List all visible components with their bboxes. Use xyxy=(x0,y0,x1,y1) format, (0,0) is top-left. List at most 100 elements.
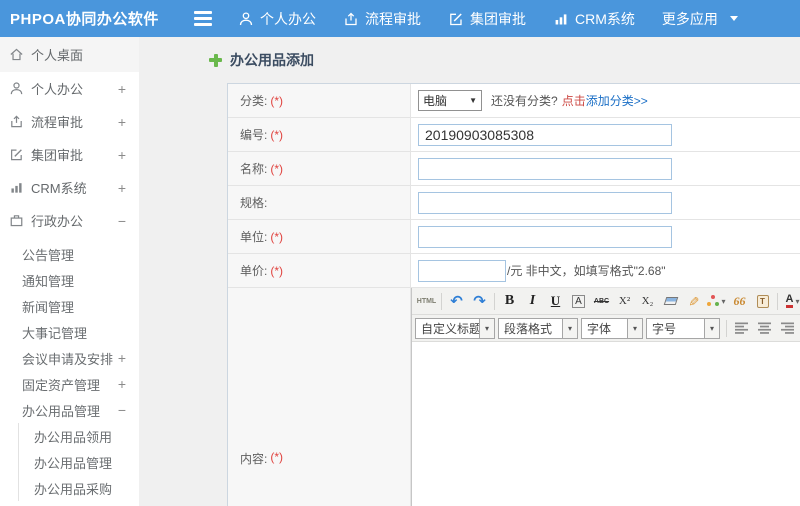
form-row-spec: 规格: xyxy=(228,186,800,220)
select-caret-icon: ▾ xyxy=(562,318,577,338)
emoticons-button[interactable]: ▾ xyxy=(705,291,728,312)
person-icon xyxy=(9,81,24,96)
briefcase-icon xyxy=(9,213,24,228)
app-logo: PHPOA协同办公软件 xyxy=(10,11,159,28)
editor-toolbar-row1: HTML ↶ ↷ B I U A ABC X² X₂ ✎ ▾ 66 T A ▾ xyxy=(412,288,800,315)
no-category-text: 还没有分类? xyxy=(491,94,558,108)
sidebar-item-admin-office[interactable]: 行政办公 − xyxy=(0,204,139,237)
expand-minus-icon: − xyxy=(117,402,126,418)
italic-button[interactable]: I xyxy=(521,291,544,312)
person-icon xyxy=(238,11,254,27)
form-row-category: 分类: (*) 电脑 ▼ 还没有分类? 点击 添加分类>> xyxy=(228,84,800,118)
required-marker: (*) xyxy=(270,263,284,278)
form-row-content: 内容: (*) HTML ↶ ↷ B I U A ABC X² X₂ ✎ ▾ 6… xyxy=(228,288,800,506)
sidebar-subsubitem-supplies-manage[interactable]: 办公用品管理 xyxy=(19,449,139,475)
sidebar-subitem-meeting[interactable]: 会议申请及安排 + xyxy=(0,345,139,371)
font-color-button[interactable]: A ▾ xyxy=(781,291,800,312)
caret-down-icon xyxy=(729,16,738,21)
category-select[interactable]: 电脑 ▼ xyxy=(418,90,482,111)
sidebar-item-crm[interactable]: CRM系统 + xyxy=(0,171,139,204)
align-center-button[interactable] xyxy=(753,318,776,339)
format-painter-button[interactable]: ✎ xyxy=(683,290,704,313)
subscript-button[interactable]: X₂ xyxy=(636,291,659,312)
sidebar-item-desktop[interactable]: 个人桌面 xyxy=(0,37,139,72)
sidebar-subsubitem-supplies-purchase[interactable]: 办公用品采购 xyxy=(19,475,139,501)
nav-crm-system[interactable]: CRM系统 xyxy=(553,9,635,29)
sidebar-subitem-announcement[interactable]: 公告管理 xyxy=(0,241,139,267)
sidebar-item-personal-office[interactable]: 个人办公 + xyxy=(0,72,139,105)
caret-down-icon: ▾ xyxy=(795,296,800,306)
bar-chart-icon xyxy=(9,180,24,195)
align-right-icon xyxy=(781,322,795,334)
undo-button[interactable]: ↶ xyxy=(445,291,468,312)
remove-format-button[interactable] xyxy=(659,291,682,312)
superscript-button[interactable]: X² xyxy=(613,291,636,312)
nav-group-approval[interactable]: 集团审批 xyxy=(448,9,526,29)
name-label: 名称: xyxy=(240,162,268,176)
align-right-button[interactable] xyxy=(776,318,799,339)
flow-icon xyxy=(9,114,24,129)
name-input[interactable] xyxy=(418,157,672,180)
font-size-select[interactable]: 字号 ▾ xyxy=(646,317,720,339)
select-caret-icon: ▾ xyxy=(704,318,719,338)
spec-input[interactable] xyxy=(418,191,672,214)
edit-icon xyxy=(9,147,24,162)
sidebar-subsubitem-supplies-claim[interactable]: 办公用品领用 xyxy=(19,423,139,449)
unit-input[interactable] xyxy=(418,225,672,248)
add-icon xyxy=(209,53,222,67)
nav-more-apps[interactable]: 更多应用 xyxy=(662,9,738,29)
html-source-button[interactable]: HTML xyxy=(415,291,438,312)
add-supplies-form: 分类: (*) 电脑 ▼ 还没有分类? 点击 添加分类>> 编号: (*) 名称… xyxy=(227,83,800,506)
caret-down-icon: ▾ xyxy=(721,296,726,306)
form-row-unit: 单位: (*) xyxy=(228,220,800,254)
strikethrough-button[interactable]: ABC xyxy=(590,291,613,312)
paragraph-format-select[interactable]: 段落格式 ▾ xyxy=(498,317,578,339)
font-style-button[interactable]: A xyxy=(567,291,590,312)
page-title: 办公用品添加 xyxy=(209,50,314,70)
required-marker: (*) xyxy=(270,161,284,176)
nav-workflow-approval[interactable]: 流程审批 xyxy=(343,9,421,29)
sidebar-item-group-approval[interactable]: 集团审批 + xyxy=(0,138,139,171)
redo-button[interactable]: ↷ xyxy=(468,291,491,312)
add-category-link[interactable]: 添加分类>> xyxy=(586,92,648,109)
sidebar-subitem-fixed-assets[interactable]: 固定资产管理 + xyxy=(0,371,139,397)
expand-plus-icon: + xyxy=(117,113,126,130)
font-family-select[interactable]: 字体 ▾ xyxy=(581,317,643,339)
expand-plus-icon: + xyxy=(117,350,126,366)
align-center-icon xyxy=(758,322,772,334)
expand-minus-icon: − xyxy=(117,212,126,229)
admin-office-submenu: 公告管理 通知管理 新闻管理 大事记管理 会议申请及安排 + 固定资产管理 + … xyxy=(0,241,139,501)
editor-content-area[interactable] xyxy=(412,342,800,506)
category-label: 分类: xyxy=(240,94,268,108)
price-hint: /元 非中文，如填写格式"2.68" xyxy=(507,264,666,278)
sidebar-subitem-news[interactable]: 新闻管理 xyxy=(0,293,139,319)
menu-toggle-icon[interactable] xyxy=(194,11,212,26)
office-supplies-submenu: 办公用品领用 办公用品管理 办公用品采购 xyxy=(18,423,139,501)
paste-plain-button[interactable]: T xyxy=(751,291,774,312)
underline-button[interactable]: U xyxy=(544,291,567,312)
blockquote-button[interactable]: 66 xyxy=(728,291,751,312)
form-row-price: 单价: (*) /元 非中文，如填写格式"2.68" xyxy=(228,254,800,288)
sidebar-subitem-memorabilia[interactable]: 大事记管理 xyxy=(0,319,139,345)
price-input[interactable] xyxy=(418,259,506,282)
add-category-link-prefix[interactable]: 点击 xyxy=(562,92,586,109)
expand-plus-icon: + xyxy=(117,179,126,196)
code-input[interactable] xyxy=(418,123,672,146)
form-row-code: 编号: (*) xyxy=(228,118,800,152)
required-marker: (*) xyxy=(270,93,284,108)
sidebar-item-workflow-approval[interactable]: 流程审批 + xyxy=(0,105,139,138)
align-left-icon xyxy=(735,322,749,334)
sidebar: 个人桌面 个人办公 + 流程审批 + 集团审批 + CRM系统 + 行政办公 −… xyxy=(0,37,139,506)
sidebar-subitem-notice[interactable]: 通知管理 xyxy=(0,267,139,293)
nav-personal-office[interactable]: 个人办公 xyxy=(238,9,316,29)
bold-button[interactable]: B xyxy=(498,291,521,312)
custom-heading-select[interactable]: 自定义标题 ▾ xyxy=(415,317,495,339)
select-caret-icon: ▼ xyxy=(469,96,477,105)
spec-label: 规格: xyxy=(240,196,268,210)
align-left-button[interactable] xyxy=(730,318,753,339)
editor-toolbar-row2: 自定义标题 ▾ 段落格式 ▾ 字体 ▾ 字号 ▾ xyxy=(412,315,800,342)
sidebar-subitem-office-supplies[interactable]: 办公用品管理 − xyxy=(0,397,139,423)
expand-plus-icon: + xyxy=(117,80,126,97)
required-marker: (*) xyxy=(270,229,284,244)
required-marker: (*) xyxy=(270,450,284,464)
